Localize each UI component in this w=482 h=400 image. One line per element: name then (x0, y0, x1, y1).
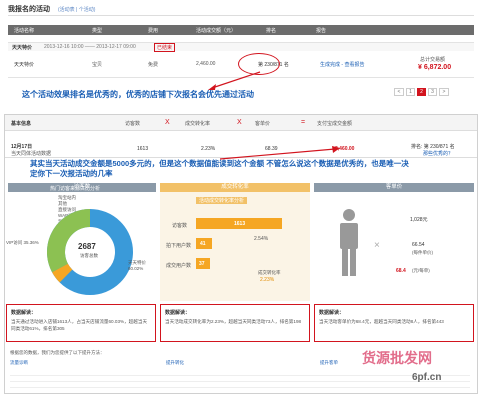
donut-chart (47, 209, 133, 295)
note-box-visitors: 数据解读： 当天通过活动进入店铺1613人，占当天店铺流量60.03%，超越当天… (6, 304, 156, 342)
pager-1[interactable]: 1 (406, 88, 415, 96)
cell-total-value: ¥ 6,872.00 (418, 64, 452, 71)
pager-2[interactable]: 2 (417, 88, 426, 96)
funnel-label-2: 拍下用户数 (166, 243, 192, 249)
note-title: 数据解读： (319, 310, 345, 316)
rank-text: 排名: 第 230/871 名 (411, 144, 455, 150)
op-3: = (301, 119, 306, 126)
note-text: 当天活动成交转化率为2.23%，超越当天同类活动73人，排名第198 (165, 319, 302, 324)
note-box-price: 数据解读： 当天活动客单价为68.4元，超越当天同类活动8人，排名第443 (314, 304, 474, 342)
mid-panel-title: 成交转化率 (160, 183, 310, 192)
funnel-rate-2: 2.23% (260, 277, 275, 283)
cell-total-label: 总计交易额 (420, 57, 446, 63)
metric-alipay: 支付宝成交金额 (317, 121, 353, 127)
metric-conversion: 成交转化率 (185, 121, 211, 127)
row-sub: 当天同体活动数据 (11, 151, 52, 157)
tips-intro: 根据您的数据，我们为您提供了以下提升方法： (10, 350, 105, 355)
donut-label-right: 天天特价 60.02% (128, 260, 146, 271)
op-2: X (237, 119, 242, 126)
donut-label-left: VIP访问 35.36% (6, 240, 39, 245)
cell-deal: 2,460.00 (196, 61, 216, 67)
funnel-rate-label: 成交转化率 (258, 270, 281, 275)
col-report: 报告 (316, 28, 327, 34)
col-name: 活动名称 (14, 28, 35, 34)
funnel-value-3: 37 (199, 261, 205, 267)
rank-link[interactable]: 那些优秀的？ (423, 150, 453, 157)
header-divider (8, 15, 474, 16)
note-title: 数据解读： (165, 310, 191, 316)
result-value: 68.4 (396, 268, 406, 274)
col-rank: 排名 (266, 28, 277, 34)
col-fee: 费用 (148, 28, 159, 34)
donut-chart-title: 热门访客来源占比分析 (50, 186, 101, 192)
donut-center-value: 2687 (78, 242, 96, 251)
annotation-top: 这个活动效果排名是优秀的，优秀的店铺下次报名会优先通过活动 (22, 90, 254, 99)
person-icon (340, 209, 358, 276)
note-box-conversion: 数据解读： 当天活动成交转化率为2.23%，超越当天同类活动73人，排名第198 (160, 304, 310, 342)
activity-title-row: 天天特价 2013-12-16 10:00 —— 2013-12-17 09:0… (8, 42, 474, 52)
pager-next[interactable]: > (439, 88, 449, 96)
cell-name[interactable]: 天天特价 (14, 61, 34, 68)
tips-placeholder-lines (10, 370, 470, 390)
funnel-rate-1: 2.54% (254, 236, 269, 242)
watermark-brand: 货源批发网 (362, 350, 432, 366)
compare-value: 66.54 (412, 242, 425, 248)
tips-link-traffic[interactable]: 流量诊断 (10, 360, 28, 366)
funnel-label-1: 访客数 (172, 223, 188, 229)
pager-prev[interactable]: < (394, 88, 404, 96)
col-deal: 活动成交额（元） (196, 28, 237, 34)
funnel-label-3: 成交用户数 (166, 263, 192, 269)
row-date: 12月17日 (11, 144, 33, 150)
donut-center-label: 访客总数 (80, 253, 98, 258)
result-label: (元/每单) (412, 268, 430, 273)
cell-type: 宝贝 (92, 62, 103, 68)
price-times-icon: × (374, 240, 380, 251)
activity-dates: 2013-12-16 10:00 —— 2013-12-17 09:00 (44, 44, 136, 50)
compare-label: (每件单价) (412, 250, 433, 255)
activity-status-badge: 已结束 (154, 43, 176, 52)
metric-visitors: 访客数 (125, 121, 141, 127)
note-title: 数据解读： (11, 310, 37, 316)
col-type: 类型 (92, 28, 103, 34)
funnel-value-2: 41 (200, 241, 206, 247)
price-label: 1,028元 (410, 217, 428, 223)
annotation-arrow-mid (219, 146, 340, 160)
cell-report[interactable]: 生成完成 - 查看报告 (320, 61, 364, 68)
watermark-url: 6pf.cn (412, 372, 442, 383)
header-links[interactable]: (活动表 | 个活动) (58, 6, 95, 13)
table-header: 活动名称 类型 费用 活动成交额（元） 排名 报告 (8, 25, 474, 35)
tips-link-price[interactable]: 提升客单 (320, 360, 338, 366)
basic-info-label: 基本信息 (11, 121, 32, 127)
value-visitors: 1613 (137, 146, 149, 152)
note-text: 当天活动客单价为68.4元，超越当天同类活动8人，排名第443 (319, 319, 444, 324)
metric-price: 客单价 (255, 121, 271, 127)
right-panel-title: 客单价 (314, 183, 474, 192)
pager-3[interactable]: 3 (428, 88, 437, 96)
stats-header: 基本信息 访客数 X 成交转化率 X 客单价 = 支付宝成交金额 (5, 115, 477, 131)
funnel-value-1: 1613 (234, 221, 246, 227)
tips-link-conversion[interactable]: 提升转化 (166, 360, 184, 366)
cell-fee: 免费 (148, 62, 159, 68)
funnel-chart-title: 活动成交转化率分析 (196, 197, 248, 204)
op-1: X (165, 119, 170, 126)
note-text: 当天通过活动进入店铺1613人，占当天店铺流量60.03%，超越当天同类活动61… (11, 319, 148, 331)
activity-title: 天天特价 (12, 45, 33, 51)
page-title: 我报名的活动 (8, 6, 50, 13)
